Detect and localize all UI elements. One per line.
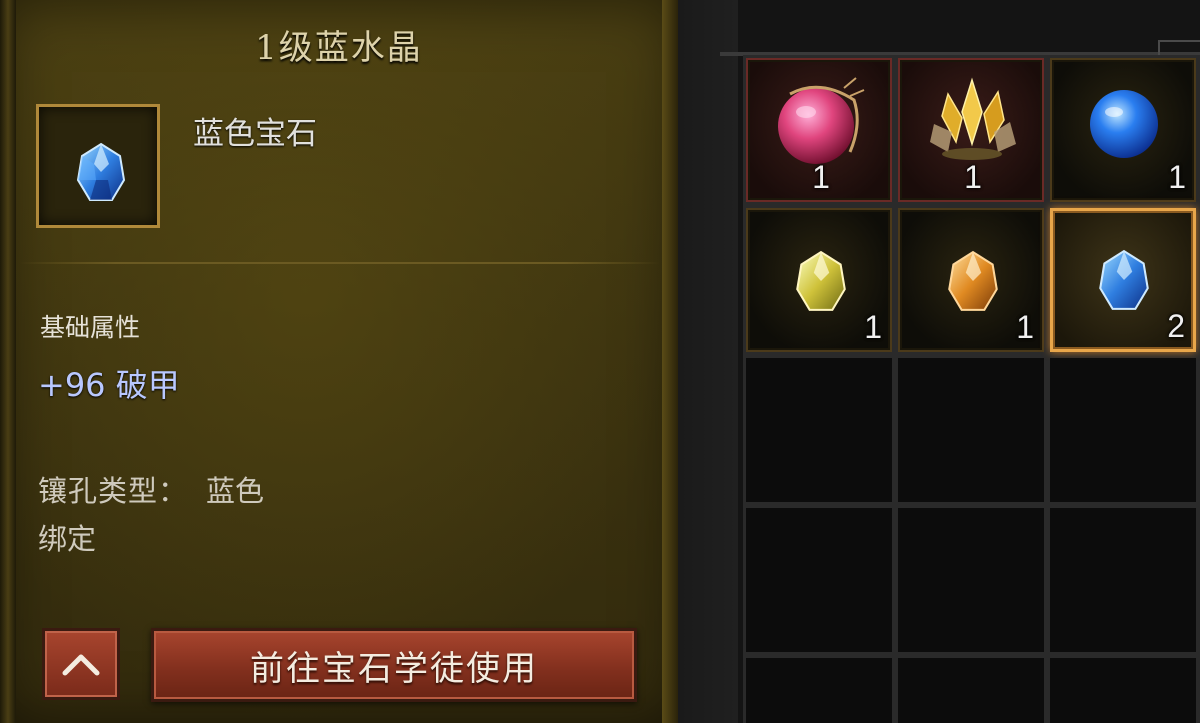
inventory-slot[interactable]: 1: [746, 58, 892, 202]
item-count: 1: [964, 159, 982, 195]
empty-inventory-slot[interactable]: [1050, 658, 1196, 723]
gold-crystal-cluster-icon: [930, 77, 1016, 160]
section-divider: [20, 262, 660, 264]
item-name-title: 1级蓝水晶: [255, 28, 423, 68]
inventory-slot[interactable]: 1: [1050, 58, 1196, 202]
item-tooltip-panel: 1级蓝水晶 蓝色宝石 基础属性 +96 破甲 镶孔类型： 蓝色 绑定 前往宝石学徒…: [0, 0, 678, 723]
inventory-corner-mark: [1158, 40, 1200, 56]
armor-penetration-stat: +96 破甲: [38, 366, 180, 404]
socket-type-label: 镶孔类型：: [38, 474, 189, 508]
inventory-slot-selected[interactable]: 2: [1050, 208, 1196, 352]
empty-inventory-slot[interactable]: [1050, 508, 1196, 652]
chevron-up-icon: [62, 654, 100, 676]
inventory-slot[interactable]: 1: [746, 208, 892, 352]
socket-type-value: 蓝色: [206, 474, 265, 508]
yellow-gem-icon: [796, 250, 846, 311]
goto-gem-apprentice-button[interactable]: 前往宝石学徒使用: [151, 628, 637, 702]
empty-inventory-slot[interactable]: [898, 358, 1044, 502]
empty-inventory-slot[interactable]: [746, 508, 892, 652]
collapse-button[interactable]: [42, 628, 120, 700]
item-count: 1: [864, 309, 882, 345]
inventory-slot[interactable]: 1: [898, 208, 1044, 352]
inventory-rail: [678, 0, 738, 723]
base-stats-heading: 基础属性: [40, 313, 141, 342]
item-count: 1: [1016, 309, 1034, 345]
item-type-label: 蓝色宝石: [193, 116, 317, 152]
bind-status-text: 绑定: [38, 522, 97, 556]
blue-gem-icon: [1099, 249, 1149, 310]
inventory-grid: 1 1 1 1 1 2: [743, 55, 1200, 723]
empty-inventory-slot[interactable]: [746, 358, 892, 502]
inventory-slot[interactable]: 1: [898, 58, 1044, 202]
item-count: 2: [1167, 308, 1185, 344]
empty-inventory-slot[interactable]: [746, 658, 892, 723]
empty-inventory-slot[interactable]: [1050, 358, 1196, 502]
empty-inventory-slot[interactable]: [898, 658, 1044, 723]
item-count: 1: [1168, 159, 1186, 195]
item-icon-frame: [36, 104, 160, 228]
orange-gem-icon: [948, 250, 998, 311]
blue-orb-icon: [1090, 90, 1158, 158]
empty-inventory-slot[interactable]: [898, 508, 1044, 652]
item-count: 1: [812, 159, 830, 195]
blue-gem-icon: [76, 142, 126, 201]
socket-type-line: 镶孔类型： 蓝色: [38, 468, 264, 510]
